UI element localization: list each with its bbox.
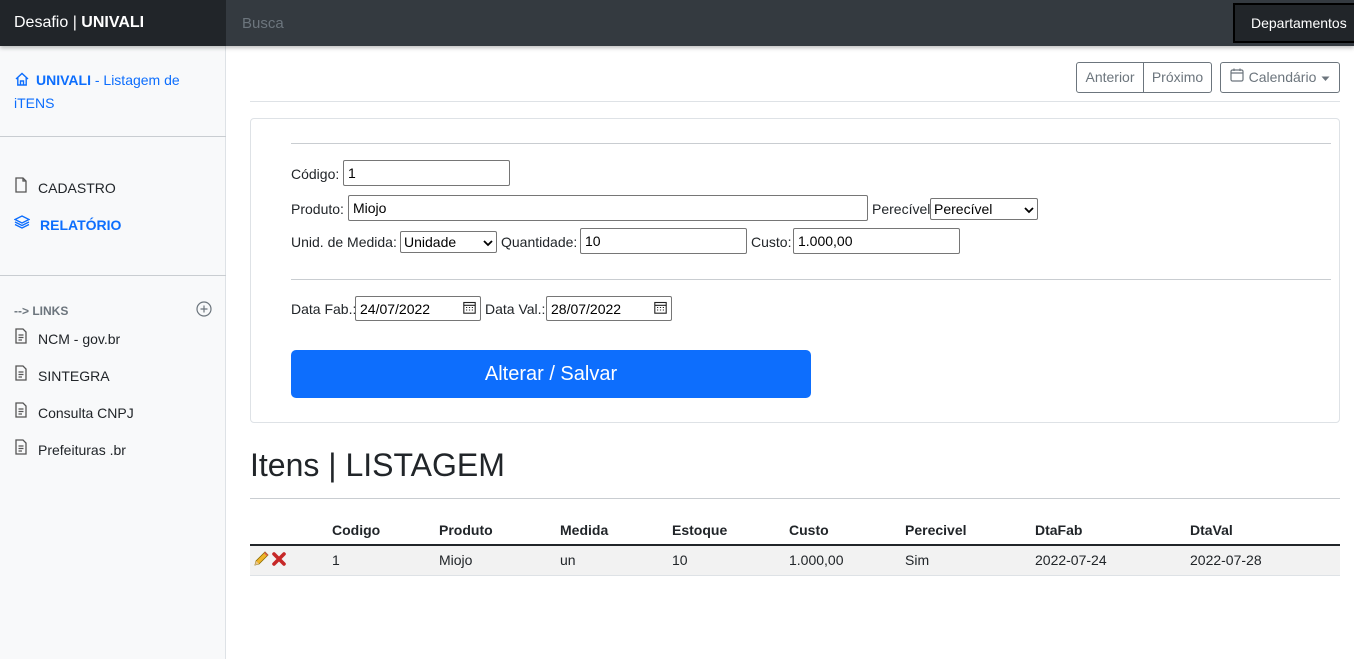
form-divider	[291, 279, 1331, 280]
column-header: DtaVal	[1190, 515, 1340, 546]
row-actions	[250, 545, 332, 576]
medida-select[interactable]: Unidade	[400, 231, 497, 253]
delete-x-icon[interactable]	[271, 551, 287, 570]
calendar-icon	[1230, 63, 1244, 92]
sidebar-link-label: SINTEGRA	[38, 368, 110, 384]
datafab-label: Data Fab.:	[291, 301, 357, 317]
perecivel-select-value: Perecível	[934, 201, 993, 217]
sidebar-header[interactable]: UNIVALI - Listagem de iTENS	[14, 70, 204, 114]
file-icon	[14, 177, 28, 199]
sidebar-link-label: NCM - gov.br	[38, 331, 121, 347]
plus-circle-icon[interactable]	[196, 301, 212, 320]
caret-down-icon	[1321, 63, 1330, 92]
calendar-icon[interactable]	[654, 297, 667, 321]
table-cell: 10	[672, 545, 789, 576]
sidebar-link-sintegra[interactable]: SINTEGRA	[14, 365, 110, 387]
table-cell: un	[560, 545, 672, 576]
sidebar-item-relatorio[interactable]: RELATÓRIO	[13, 214, 122, 236]
home-icon	[14, 71, 30, 93]
top-navbar: Desafio | UNIVALI Departamentos	[0, 0, 1354, 46]
produto-label: Produto:	[291, 201, 344, 217]
sidebar-item-cadastro[interactable]: CADASTRO	[14, 177, 116, 199]
brand[interactable]: Desafio | UNIVALI	[0, 0, 226, 46]
form-divider	[291, 143, 1331, 144]
edit-pencil-icon[interactable]	[253, 550, 270, 570]
column-header: Codigo	[332, 515, 439, 546]
column-header: DtaFab	[1035, 515, 1190, 546]
items-table: Codigo Produto Medida Estoque Custo Pere…	[250, 515, 1340, 576]
sidebar-link-label: Prefeituras .br	[38, 442, 126, 458]
brand-name: UNIVALI	[81, 14, 145, 31]
dataval-input[interactable]: 28/07/2022	[546, 296, 672, 321]
proximo-button[interactable]: Próximo	[1143, 62, 1212, 93]
chevron-down-icon	[1024, 199, 1034, 219]
codigo-input[interactable]: 1	[343, 160, 510, 186]
perecivel-select[interactable]: Perecível	[930, 198, 1038, 220]
anterior-button[interactable]: Anterior	[1076, 62, 1144, 93]
file-text-icon	[14, 439, 28, 461]
medida-select-value: Unidade	[404, 234, 457, 250]
dataval-value: 28/07/2022	[551, 300, 622, 317]
sidebar-link-label: Consulta CNPJ	[38, 405, 134, 421]
file-text-icon	[14, 365, 28, 387]
sidebar-link-ncm[interactable]: NCM - gov.br	[14, 328, 120, 350]
sidebar-link-cnpj[interactable]: Consulta CNPJ	[14, 402, 134, 424]
file-text-icon	[14, 328, 28, 350]
sidebar-divider	[0, 136, 226, 137]
sidebar-link-prefeituras[interactable]: Prefeituras .br	[14, 439, 126, 461]
dataval-label: Data Val.:	[485, 301, 546, 317]
table-cell: Sim	[905, 545, 1035, 576]
calendar-icon[interactable]	[463, 297, 476, 321]
search-input[interactable]	[226, 0, 1226, 46]
table-cell: 1.000,00	[789, 545, 905, 576]
datafab-value: 24/07/2022	[360, 300, 431, 317]
sidebar: UNIVALI - Listagem de iTENS CADASTRO REL…	[0, 46, 226, 659]
table-cell: 2022-07-24	[1035, 545, 1190, 576]
sidebar-item-label: RELATÓRIO	[40, 217, 122, 233]
table-cell: Miojo	[439, 545, 560, 576]
sidebar-header-bold: UNIVALI	[36, 72, 91, 88]
sidebar-item-label: CADASTRO	[38, 180, 116, 196]
toolbar-divider	[250, 101, 1340, 102]
file-text-icon	[14, 402, 28, 424]
sidebar-divider	[0, 275, 226, 276]
calendario-dropdown[interactable]: Calendário	[1220, 62, 1340, 93]
produto-input[interactable]: Miojo	[348, 195, 868, 221]
column-header: Medida	[560, 515, 672, 546]
datafab-input[interactable]: 24/07/2022	[355, 296, 481, 321]
quantidade-input[interactable]: 10	[580, 228, 747, 254]
perecivel-label: Perecível	[872, 201, 931, 217]
column-header: Custo	[789, 515, 905, 546]
column-header: Produto	[439, 515, 560, 546]
chevron-down-icon	[483, 232, 493, 252]
table-header-row: Codigo Produto Medida Estoque Custo Pere…	[250, 515, 1340, 546]
brand-prefix: Desafio |	[14, 14, 82, 31]
table-cell: 2022-07-28	[1190, 545, 1340, 576]
custo-label: Custo:	[751, 234, 792, 250]
table-cell: 1	[332, 545, 439, 576]
links-heading-label: --> LINKS	[14, 303, 69, 318]
layers-icon	[13, 214, 31, 236]
codigo-label: Código:	[291, 166, 340, 182]
quantidade-label: Quantidade:	[501, 234, 578, 250]
column-header: Perecivel	[905, 515, 1035, 546]
listing-title: Itens | LISTAGEM	[250, 447, 505, 483]
listing-divider	[250, 498, 1340, 499]
custo-input[interactable]: 1.000,00	[793, 228, 960, 254]
table-row: 1 Miojo un 10 1.000,00 Sim 2022-07-24 20…	[250, 545, 1340, 576]
links-heading: --> LINKS	[14, 301, 212, 320]
column-header: Estoque	[672, 515, 789, 546]
departamentos-button[interactable]: Departamentos	[1233, 3, 1354, 43]
medida-label: Unid. de Medida:	[291, 234, 397, 250]
alterar-salvar-button[interactable]: Alterar / Salvar	[291, 350, 811, 398]
actions-header	[250, 515, 332, 546]
calendario-label: Calendário	[1248, 69, 1317, 85]
